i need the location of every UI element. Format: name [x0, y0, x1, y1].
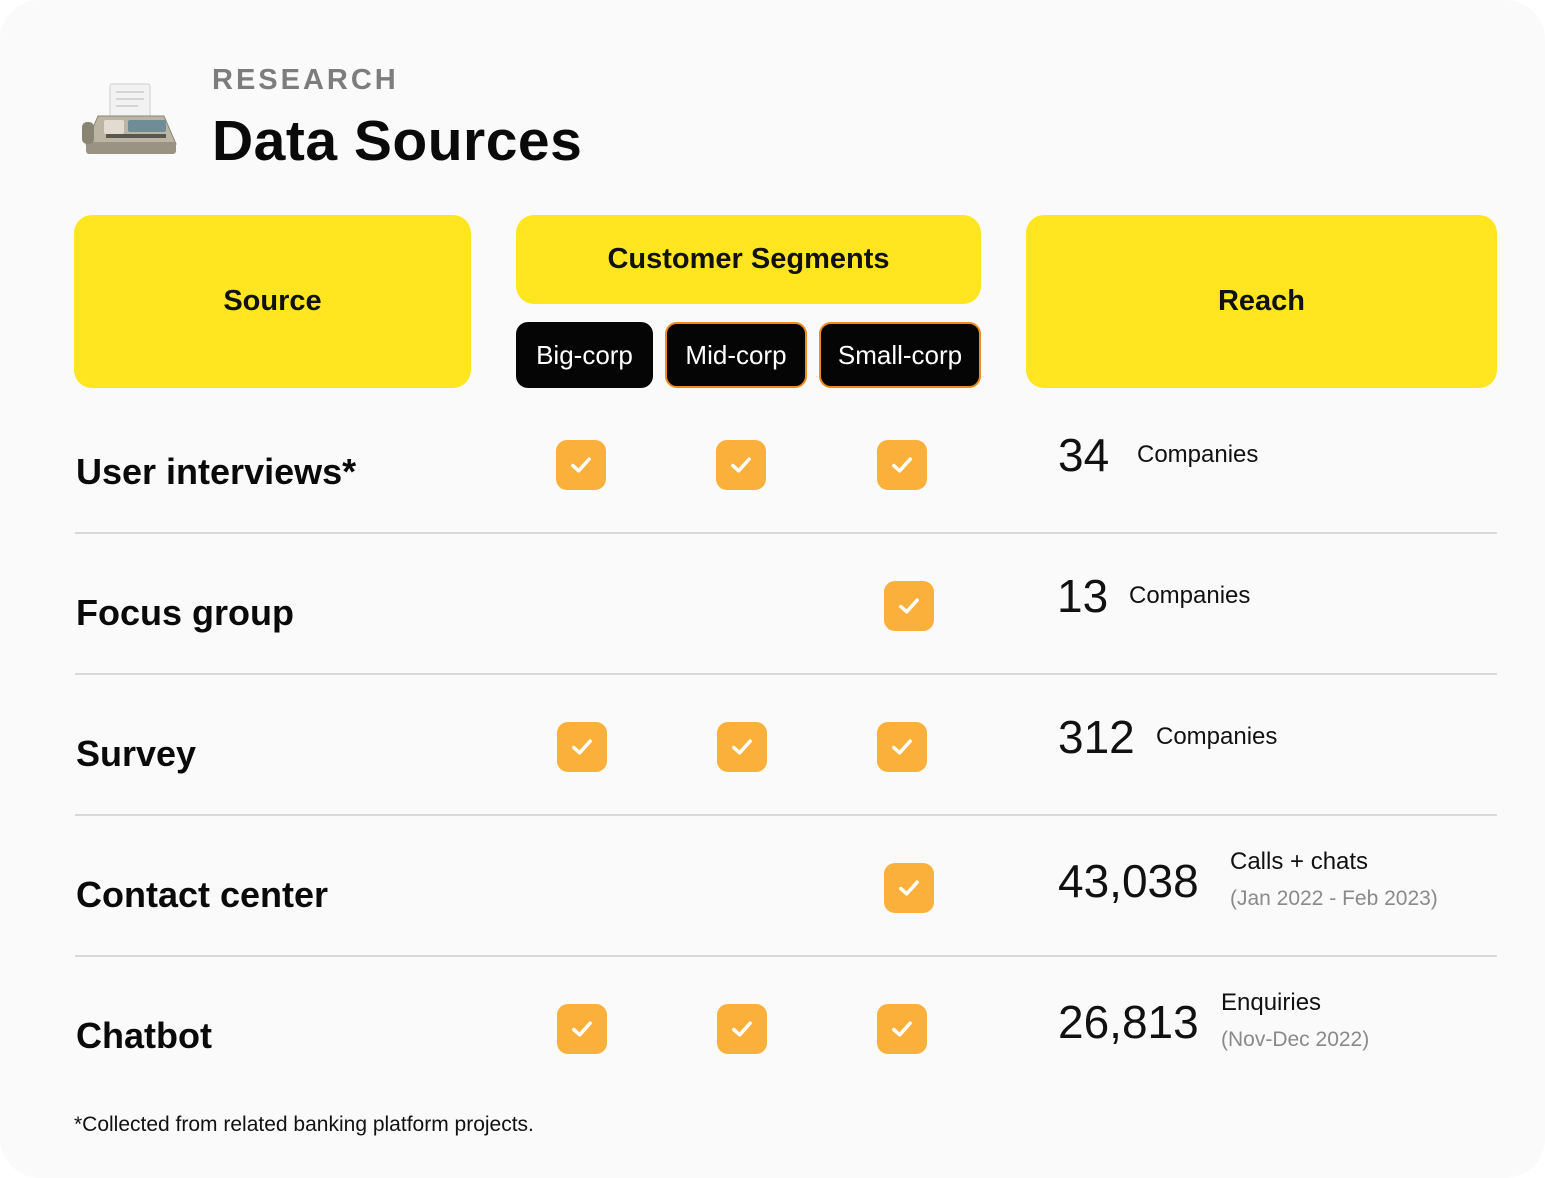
checkbox-small-corp — [884, 863, 934, 913]
row-label: Contact center — [76, 874, 329, 915]
reach-unit: Calls + chats — [1230, 848, 1369, 875]
page-title: Data Sources — [212, 109, 583, 173]
check-icon — [892, 739, 912, 755]
check-icon — [899, 880, 919, 896]
checkbox-small-corp — [877, 722, 927, 772]
check-icon — [899, 598, 919, 614]
reach-value: 43,038 — [1058, 855, 1199, 907]
segment-chip-big-corp: Big-corp — [516, 322, 653, 388]
column-header-customer-segments: Customer Segments — [516, 215, 981, 304]
check-icon — [572, 739, 592, 755]
reach-unit: Companies — [1137, 441, 1259, 468]
reach-date-range: (Jan 2022 - Feb 2023) — [1230, 887, 1438, 910]
table-row: Chatbot 26,813 Enquiries (Nov-Dec 2022) — [75, 955, 1497, 1096]
row-label: Survey — [76, 733, 197, 774]
reach-value: 312 — [1058, 711, 1135, 763]
checkbox-small-corp — [884, 581, 934, 631]
checkbox-small-corp — [877, 440, 927, 490]
check-icon — [892, 1021, 912, 1037]
row-label: Focus group — [76, 592, 294, 633]
reach-unit: Enquiries — [1221, 989, 1322, 1016]
checkbox-mid-corp — [717, 722, 767, 772]
reach-unit: Companies — [1129, 582, 1251, 609]
column-header-reach: Reach — [1026, 215, 1497, 388]
check-icon — [732, 739, 752, 755]
footnote: *Collected from related banking platform… — [74, 1113, 534, 1136]
table-row: User interviews* 34 Companies — [75, 391, 1497, 534]
checkbox-mid-corp — [717, 1004, 767, 1054]
check-icon — [892, 457, 912, 473]
table-row: Focus group 13 Companies — [75, 532, 1497, 675]
checkbox-big-corp — [557, 722, 607, 772]
column-header-source: Source — [74, 215, 471, 388]
checkbox-big-corp — [557, 1004, 607, 1054]
check-icon — [732, 1021, 752, 1037]
reach-value: 26,813 — [1058, 996, 1199, 1048]
table-row: Survey 312 Companies — [75, 673, 1497, 816]
segment-chip-mid-corp: Mid-corp — [665, 322, 807, 388]
checkbox-small-corp — [877, 1004, 927, 1054]
section-eyebrow: RESEARCH — [212, 64, 399, 96]
check-icon — [731, 457, 751, 473]
table-row: Contact center 43,038 Calls + chats (Jan… — [75, 814, 1497, 957]
data-sources-card: RESEARCH Data Sources Source Customer Se… — [0, 0, 1545, 1178]
checkbox-mid-corp — [716, 440, 766, 490]
row-label: Chatbot — [76, 1015, 212, 1056]
check-icon — [572, 1021, 592, 1037]
checkbox-big-corp — [556, 440, 606, 490]
reach-date-range: (Nov-Dec 2022) — [1221, 1028, 1370, 1051]
row-label: User interviews* — [76, 451, 357, 492]
reach-unit: Companies — [1156, 723, 1278, 750]
reach-value: 13 — [1057, 570, 1109, 622]
check-icon — [571, 457, 591, 473]
segment-chip-small-corp: Small-corp — [819, 322, 981, 388]
reach-value: 34 — [1058, 429, 1110, 481]
fax-machine-icon — [82, 82, 180, 158]
